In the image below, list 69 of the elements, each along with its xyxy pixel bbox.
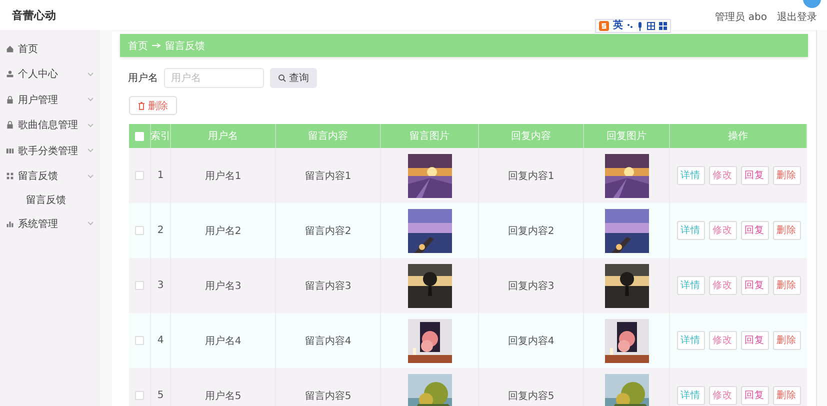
table-cell: 回复内容5	[479, 368, 584, 406]
grid-icon	[6, 172, 14, 180]
chevron-icon	[87, 221, 94, 226]
sidebar-subitem[interactable]: 留言反馈	[0, 189, 100, 211]
delete-button[interactable]: 删除	[129, 96, 177, 115]
action-button[interactable]: 详情	[676, 386, 704, 405]
trash-icon	[138, 102, 145, 110]
table-cell: 留言内容5	[276, 368, 381, 406]
chevron-icon	[87, 148, 94, 154]
row-checkbox[interactable]	[135, 171, 144, 180]
sidebar-item[interactable]: 留言反馈	[0, 164, 100, 189]
chevron-icon	[87, 72, 94, 77]
lock-icon	[6, 121, 14, 130]
sidebar-item[interactable]: 用户管理	[0, 87, 100, 112]
action-button[interactable]: 修改	[708, 386, 736, 405]
row-checkbox[interactable]	[135, 281, 144, 290]
input-method-logo-icon	[599, 21, 609, 31]
search-icon	[278, 74, 286, 82]
app-title: 音蕾心动	[12, 8, 56, 22]
action-button[interactable]: 详情	[676, 166, 704, 185]
row-checkbox[interactable]	[135, 336, 144, 345]
home-icon	[6, 44, 14, 53]
action-button[interactable]: 删除	[772, 276, 800, 295]
action-button[interactable]: 回复	[740, 221, 768, 240]
action-button[interactable]: 修改	[708, 166, 736, 185]
action-button[interactable]: 详情	[676, 276, 704, 295]
table-cell: 用户名5	[171, 368, 276, 406]
action-button[interactable]: 回复	[740, 386, 768, 405]
table-cell: 5	[151, 368, 171, 406]
ime-toolbar[interactable]: 英	[595, 19, 671, 33]
action-button[interactable]: 回复	[740, 276, 768, 295]
punctuation-icon[interactable]	[627, 23, 633, 29]
search-label: 用户名	[128, 72, 158, 85]
sidebar-item[interactable]: 系统管理	[0, 211, 100, 236]
breadcrumb-item: 留言反馈	[165, 40, 205, 52]
chevron-icon	[87, 122, 94, 128]
scrollbar[interactable]	[816, 30, 827, 406]
user-name: 管理员 abo	[715, 11, 767, 24]
microphone-icon[interactable]	[637, 22, 643, 30]
action-button[interactable]: 回复	[740, 331, 768, 350]
grid-icon[interactable]	[659, 22, 667, 30]
person-icon	[6, 70, 14, 78]
action-button[interactable]: 详情	[676, 221, 704, 240]
action-button[interactable]: 修改	[708, 221, 736, 240]
sidebar-item[interactable]: 歌手分类管理	[0, 138, 100, 164]
search-button[interactable]: 查询	[270, 68, 317, 88]
sidebar-item[interactable]: 歌曲信息管理	[0, 112, 100, 138]
action-button[interactable]: 详情	[676, 331, 704, 350]
search-field[interactable]: 用户名	[164, 68, 264, 88]
action-button[interactable]: 修改	[708, 331, 736, 350]
action-button[interactable]: 回复	[740, 166, 768, 185]
lock-icon	[6, 96, 14, 104]
sidebar-item[interactable]: 首页	[0, 36, 100, 62]
action-button[interactable]: 删除	[772, 166, 800, 185]
row-checkbox[interactable]	[135, 391, 144, 400]
action-button[interactable]: 删除	[772, 331, 800, 350]
action-button[interactable]: 删除	[772, 221, 800, 240]
logout-link[interactable]: 退出登录	[777, 10, 817, 24]
sidebar-item[interactable]: 个人中心	[0, 62, 100, 87]
chart-icon	[6, 220, 14, 228]
input-mode[interactable]: 英	[613, 21, 623, 31]
columns-icon	[6, 146, 14, 155]
chevron-icon	[87, 97, 94, 102]
arrow-icon	[152, 43, 161, 48]
action-button[interactable]: 删除	[772, 386, 800, 405]
chevron-icon	[87, 174, 94, 179]
select-all-checkbox[interactable]	[135, 132, 144, 140]
action-button[interactable]: 修改	[708, 276, 736, 295]
row-checkbox[interactable]	[135, 226, 144, 235]
